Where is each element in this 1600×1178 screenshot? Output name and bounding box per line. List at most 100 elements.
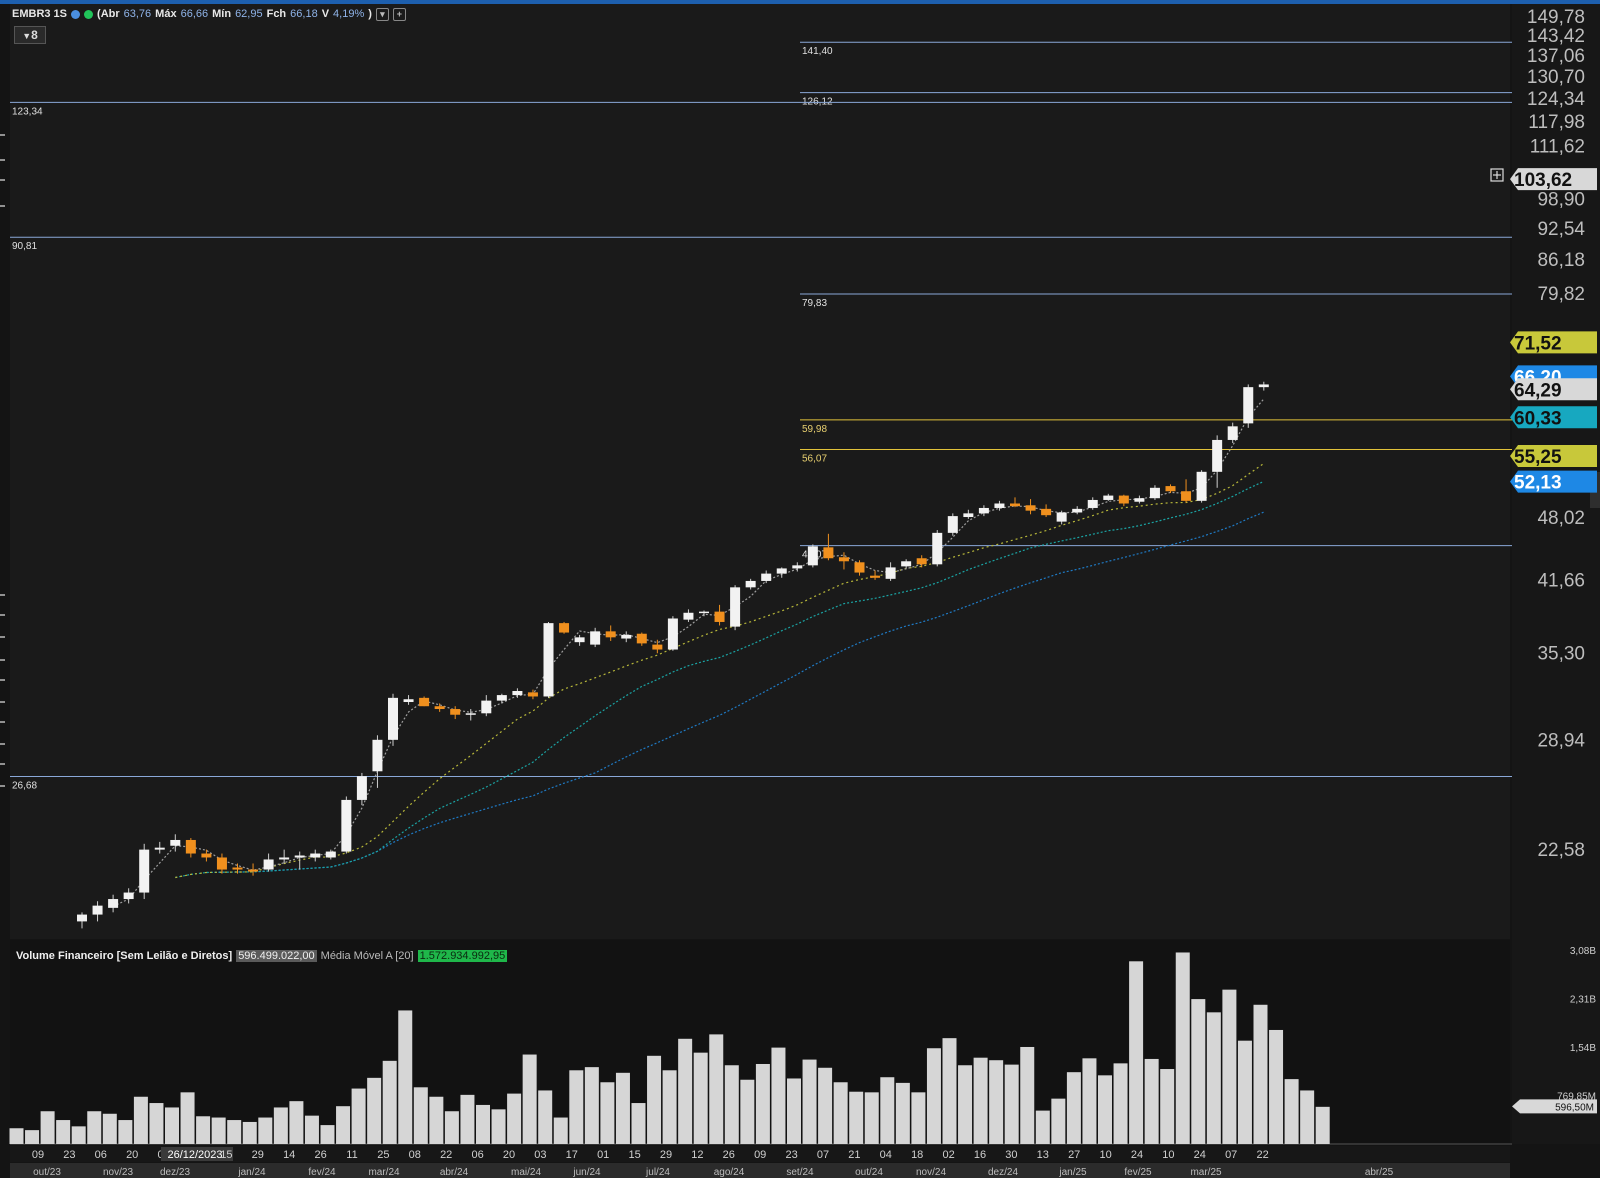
x-axis-day-label: 23: [63, 1149, 75, 1161]
x-axis-day-label: 04: [880, 1149, 892, 1161]
candle-body: [807, 546, 818, 566]
volume-bar: [678, 1038, 693, 1144]
candle-body: [543, 623, 554, 697]
x-axis-month-label: dez/23: [160, 1167, 190, 1178]
horizontal-level-label: 79,83: [802, 298, 827, 309]
y-axis-tick-label: 92,54: [1537, 219, 1585, 240]
candle-body: [403, 699, 414, 703]
candle-body: [947, 516, 958, 533]
candle-body: [963, 513, 974, 518]
candle-body: [1041, 508, 1052, 516]
link-icon[interactable]: [71, 9, 81, 19]
volume-bar: [1284, 1079, 1299, 1144]
x-axis-month-label: mar/25: [1190, 1167, 1222, 1178]
volume-bar: [491, 1109, 506, 1144]
candle-body: [92, 905, 103, 915]
volume-bar: [336, 1106, 351, 1144]
x-axis-month-label: out/24: [855, 1167, 883, 1178]
y-axis-tick-label: 86,18: [1537, 250, 1585, 271]
var-label: V: [321, 8, 330, 20]
status-icon[interactable]: [84, 9, 94, 19]
candle-body: [652, 644, 663, 650]
volume-bar: [118, 1120, 133, 1144]
volume-bar: [71, 1126, 86, 1144]
volume-bar: [989, 1060, 1004, 1144]
x-axis-month-label: jan/25: [1058, 1167, 1087, 1178]
var-value: 4,19%: [333, 8, 365, 20]
candle-body: [1118, 495, 1129, 504]
y-axis-tick-label: 98,90: [1537, 190, 1585, 211]
volume-bar: [818, 1067, 833, 1144]
y-axis-tick-label: 143,42: [1527, 26, 1585, 47]
volume-title[interactable]: Volume Financeiro [Sem Leilão e Diretos]: [16, 950, 232, 962]
volume-bar: [304, 1115, 319, 1144]
x-axis-day-label: 13: [1037, 1149, 1049, 1161]
candle-body: [1149, 487, 1160, 499]
x-axis-day-label: 03: [534, 1149, 546, 1161]
volume-bar: [755, 1063, 770, 1144]
indicator-toggle-button[interactable]: ▼8: [14, 26, 46, 44]
candle-body: [1072, 508, 1083, 513]
x-axis-month-label: mai/24: [511, 1167, 541, 1178]
volume-bar: [211, 1117, 226, 1144]
volume-bar: [1206, 1012, 1221, 1144]
candle-body: [1181, 491, 1192, 501]
add-icon[interactable]: +: [392, 7, 406, 21]
price-tag-label: 103,62: [1514, 170, 1572, 191]
price-tag-label: 71,52: [1514, 333, 1562, 354]
x-axis-month-label: nov/23: [103, 1167, 133, 1178]
open-value: 63,76: [123, 8, 152, 20]
volume-bar: [926, 1048, 941, 1144]
volume-bar: [1300, 1090, 1315, 1144]
dropdown-arrow-icon: ▼: [22, 31, 32, 41]
volume-bar: [1113, 1063, 1128, 1144]
candle-body: [745, 580, 756, 588]
horizontal-level-label: 26,68: [12, 781, 37, 792]
x-axis-day-label: 30: [1005, 1149, 1017, 1161]
candle-body: [232, 867, 243, 870]
price-chart[interactable]: 149,78143,42137,06130,70124,34117,98111,…: [0, 0, 1600, 1178]
candle-body: [776, 568, 787, 574]
x-axis-day-label: 07: [817, 1149, 829, 1161]
volume-ma-title[interactable]: Média Móvel A [20]: [321, 950, 414, 962]
volume-bar: [1004, 1064, 1019, 1144]
volume-bar: [569, 1070, 584, 1144]
x-axis-day-label: 06: [471, 1149, 483, 1161]
volume-bar: [180, 1092, 195, 1144]
volume-bar: [864, 1092, 879, 1144]
candle-body: [1227, 426, 1238, 440]
x-axis-day-label: 09: [754, 1149, 766, 1161]
price-tag-label: 64,29: [1514, 380, 1562, 401]
symbol-label[interactable]: EMBR3 1S: [12, 8, 67, 20]
candle-body: [978, 507, 989, 514]
candle-body: [481, 700, 492, 714]
candle-body: [574, 637, 585, 643]
volume-bar: [1160, 1069, 1175, 1144]
candle-body: [1056, 512, 1067, 522]
x-axis-day-label: 17: [566, 1149, 578, 1161]
candle-body: [310, 853, 321, 858]
candle-body: [108, 899, 119, 908]
volume-bar: [880, 1077, 895, 1144]
x-axis-day-label: 09: [32, 1149, 44, 1161]
candle-body: [1103, 495, 1114, 500]
volume-bar: [787, 1078, 801, 1144]
candle-body: [730, 587, 741, 627]
volume-bar: [1315, 1106, 1330, 1144]
volume-bar: [942, 1038, 957, 1144]
candle-body: [419, 697, 430, 707]
volume-bar: [1191, 999, 1206, 1144]
close-value: 66,18: [290, 8, 318, 20]
volume-bar: [1051, 1098, 1066, 1144]
y-axis-tick-label: 41,66: [1537, 570, 1585, 591]
candle-body: [636, 633, 647, 644]
collapse-icon[interactable]: ▾: [375, 7, 389, 21]
y-axis-tick-label: 35,30: [1537, 643, 1585, 664]
x-axis-day-label: 25: [377, 1149, 389, 1161]
volume-bar: [273, 1107, 288, 1144]
volume-bar: [40, 1111, 55, 1144]
volume-bar: [802, 1059, 817, 1144]
volume-bar: [631, 1103, 646, 1144]
x-axis-day-label: 14: [283, 1149, 295, 1161]
candle-body: [263, 859, 274, 870]
